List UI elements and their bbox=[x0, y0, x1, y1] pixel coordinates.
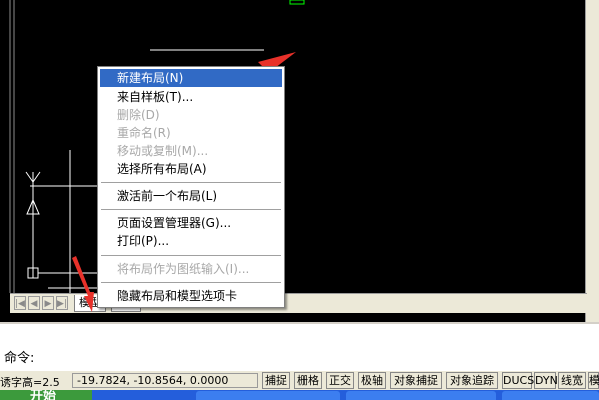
toggle-otrack[interactable]: 对象追踪 bbox=[446, 372, 498, 389]
command-window[interactable]: 命令: bbox=[0, 322, 599, 372]
toggle-model[interactable]: 模 bbox=[588, 372, 599, 389]
menu-item-activate-previous[interactable]: 激活前一个布局(L) bbox=[100, 187, 282, 205]
toggle-polar[interactable]: 极轴 bbox=[358, 372, 386, 389]
command-prompt: 命令: bbox=[4, 351, 35, 366]
toggle-ducs[interactable]: DUCS bbox=[502, 372, 534, 389]
status-bar: 诱字高=2.5 -19.7824, -10.8564, 0.0000 捕捉 栅格… bbox=[0, 370, 599, 391]
taskbar: 开始 bbox=[0, 390, 599, 400]
drawing-geometry bbox=[9, 0, 305, 293]
menu-item-import-layout[interactable]: 将布局作为图纸输入(I)... bbox=[100, 260, 282, 278]
toggle-grid[interactable]: 栅格 bbox=[294, 372, 322, 389]
menu-item-rename[interactable]: 重命名(R) bbox=[100, 124, 282, 142]
taskbar-window-button[interactable] bbox=[502, 391, 599, 400]
toggle-dyn[interactable]: DYN bbox=[534, 372, 558, 389]
toggle-snap[interactable]: 捕捉 bbox=[262, 372, 290, 389]
menu-item-page-setup-manager[interactable]: 页面设置管理器(G)... bbox=[100, 214, 282, 232]
coordinate-readout[interactable]: -19.7824, -10.8564, 0.0000 bbox=[72, 373, 258, 388]
last-tab-icon[interactable]: ▶| bbox=[56, 296, 68, 310]
menu-separator bbox=[101, 282, 281, 283]
toggle-lineweight[interactable]: 线宽 bbox=[558, 372, 586, 389]
status-text: 诱字高=2.5 bbox=[0, 376, 60, 389]
menu-item-move-copy[interactable]: 移动或复制(M)... bbox=[100, 142, 282, 160]
menu-item-select-all-layouts[interactable]: 选择所有布局(A) bbox=[100, 160, 282, 178]
toggle-ortho[interactable]: 正交 bbox=[326, 372, 354, 389]
menu-item-new-layout[interactable]: 新建布局(N) bbox=[100, 69, 282, 87]
start-label: 开始 bbox=[30, 390, 57, 400]
menu-separator bbox=[101, 209, 281, 210]
menu-separator bbox=[101, 255, 281, 256]
menu-item-print[interactable]: 打印(P)... bbox=[100, 232, 282, 250]
toggle-osnap[interactable]: 对象捕捉 bbox=[390, 372, 442, 389]
menu-separator bbox=[101, 182, 281, 183]
layout-context-menu: 新建布局(N) 来自样板(T)... 删除(D) 重命名(R) 移动或复制(M)… bbox=[97, 66, 285, 308]
taskbar-window-button[interactable] bbox=[346, 391, 496, 400]
prev-tab-icon[interactable]: ◀ bbox=[28, 296, 40, 310]
first-tab-icon[interactable]: |◀ bbox=[14, 296, 26, 310]
taskbar-window-button[interactable] bbox=[196, 391, 340, 400]
menu-item-delete[interactable]: 删除(D) bbox=[100, 106, 282, 124]
drawing-canvas[interactable] bbox=[0, 0, 599, 322]
next-tab-icon[interactable]: ▶ bbox=[42, 296, 54, 310]
start-button[interactable]: 开始 bbox=[0, 390, 92, 400]
vertical-scrollbar[interactable] bbox=[585, 0, 599, 322]
menu-item-from-template[interactable]: 来自样板(T)... bbox=[100, 88, 282, 106]
menu-item-hide-tabs[interactable]: 隐藏布局和模型选项卡 bbox=[100, 287, 282, 305]
ucs-icon bbox=[25, 171, 97, 279]
